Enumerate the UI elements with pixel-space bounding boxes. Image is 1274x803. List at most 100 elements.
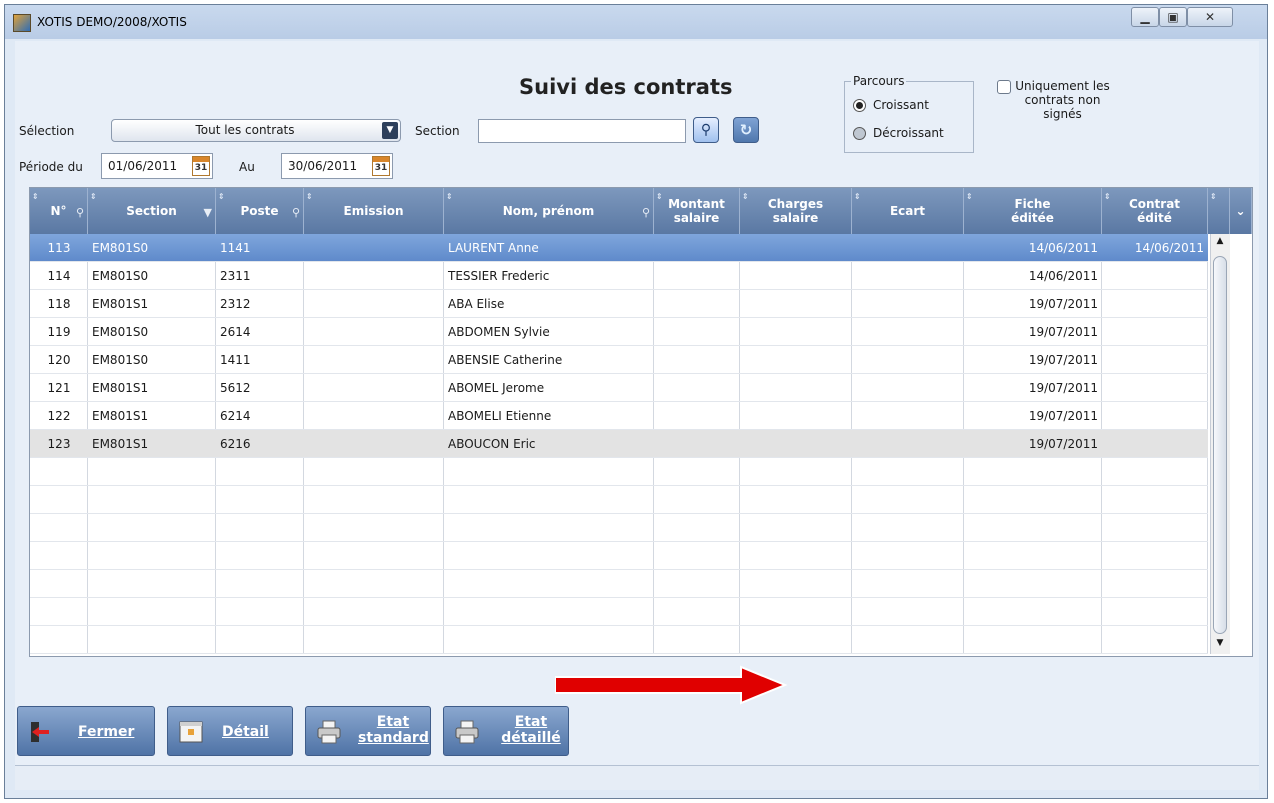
table-cell-num: 123 xyxy=(47,437,71,451)
refresh-icon: ↻ xyxy=(739,121,753,139)
exit-door-icon xyxy=(31,722,49,742)
table-row[interactable]: 113 EM801S0 1141 LAURENT Anne 14/06/2011 14/0… xyxy=(30,234,1208,262)
close-button[interactable]: ✕ xyxy=(1187,7,1233,27)
search-icon: ⚲ xyxy=(700,122,712,138)
table-cell-num: 119 xyxy=(47,325,71,339)
table-cell-fiche: 19/07/2011 xyxy=(1028,297,1098,311)
table-cell-section: EM801S0 xyxy=(92,241,149,255)
table-row[interactable]: 121 EM801S1 5612 ABOMEL Jerome 19/07/2011 xyxy=(30,374,1208,402)
column-header-fiche[interactable]: ⇕ Fiche éditée xyxy=(964,188,1102,234)
table-cell-emission xyxy=(304,262,444,290)
radio-croissant[interactable] xyxy=(853,99,866,112)
horizontal-scrollbar[interactable]: ► xyxy=(30,656,1230,657)
vertical-scroll-thumb[interactable] xyxy=(1213,256,1227,634)
detail-window-icon xyxy=(179,721,203,743)
minimize-button[interactable]: ▁ xyxy=(1131,7,1159,27)
column-header-poste[interactable]: ⇕ Poste ⚲ xyxy=(216,188,304,234)
unsigned-only-checkbox[interactable] xyxy=(997,80,1011,94)
table-row[interactable]: 122 EM801S1 6214 ABOMELI Etienne 19/07/2011 xyxy=(30,402,1208,430)
column-header-montant[interactable]: ⇕ Montant salaire xyxy=(654,188,740,234)
table-cell-contrat xyxy=(1102,402,1208,430)
refresh-button[interactable]: ↻ xyxy=(733,117,759,143)
radio-croissant-label: Croissant xyxy=(873,98,929,112)
column-header-section[interactable]: ⇕ Section ▼ xyxy=(88,188,216,234)
table-cell-charges xyxy=(740,290,852,318)
header-scroll-end[interactable]: ⌄ xyxy=(1230,188,1252,234)
column-header-ecart[interactable]: ⇕ Ecart xyxy=(852,188,964,234)
printer-icon xyxy=(455,720,479,744)
calendar-icon[interactable]: 31 xyxy=(372,156,390,176)
table-empty-row xyxy=(30,486,1208,514)
table-cell-montant xyxy=(654,430,740,458)
table-row[interactable]: 114 EM801S0 2311 TESSIER Frederic 14/06/2011 xyxy=(30,262,1208,290)
column-header-charges[interactable]: ⇕ Charges salaire xyxy=(740,188,852,234)
section-label: Section xyxy=(415,124,460,138)
table-cell-montant xyxy=(654,234,740,262)
selection-label: Sélection xyxy=(19,124,75,138)
table-cell-montant xyxy=(654,318,740,346)
period-from-field[interactable]: 01/06/2011 31 xyxy=(101,153,213,179)
table-empty-row xyxy=(30,542,1208,570)
vertical-scrollbar[interactable]: ▲ ▼ xyxy=(1210,234,1230,654)
table-cell-section: EM801S0 xyxy=(92,353,149,367)
table-cell-charges xyxy=(740,402,852,430)
table-cell-emission xyxy=(304,346,444,374)
printer-icon xyxy=(317,720,341,744)
table-cell-charges xyxy=(740,430,852,458)
table-cell-num: 118 xyxy=(47,297,71,311)
scroll-down-icon[interactable]: ▼ xyxy=(1213,638,1227,650)
table-row[interactable]: 118 EM801S1 2312 ABA Elise 19/07/2011 xyxy=(30,290,1208,318)
radio-decroissant-label: Décroissant xyxy=(873,126,944,140)
table-cell-nom: ABOMEL Jerome xyxy=(448,381,545,395)
table-row[interactable]: 120 EM801S0 1411 ABENSIE Catherine 19/07/201… xyxy=(30,346,1208,374)
search-button[interactable]: ⚲ xyxy=(693,117,719,143)
table-cell-emission xyxy=(304,290,444,318)
table-cell-fiche: 19/07/2011 xyxy=(1028,353,1098,367)
parcours-group: Parcours Croissant Décroissant xyxy=(844,74,974,153)
table-cell-montant xyxy=(654,262,740,290)
table-cell-section: EM801S1 xyxy=(92,297,149,311)
table-cell-emission xyxy=(304,234,444,262)
etat-standard-button[interactable]: Etat standard xyxy=(305,706,431,756)
calendar-icon[interactable]: 31 xyxy=(192,156,210,176)
column-picker-button[interactable]: ⇕ xyxy=(1208,188,1230,234)
table-cell-charges xyxy=(740,346,852,374)
table-cell-contrat xyxy=(1102,290,1208,318)
table-cell-num: 114 xyxy=(47,269,71,283)
table-cell-ecart xyxy=(852,346,964,374)
table-cell-fiche: 19/07/2011 xyxy=(1028,325,1098,339)
period-to-field[interactable]: 30/06/2011 31 xyxy=(281,153,393,179)
table-cell-contrat xyxy=(1102,262,1208,290)
radio-decroissant[interactable] xyxy=(853,127,866,140)
table-cell-montant xyxy=(654,346,740,374)
fermer-button[interactable]: Fermer xyxy=(17,706,155,756)
contracts-table: ⇕ N° ⚲ ⇕ Section ▼ ⇕ Poste ⚲ ⇕ Emission ⇕ Nom, p… xyxy=(29,187,1253,657)
column-header-nom[interactable]: ⇕ Nom, prénom ⚲ xyxy=(444,188,654,234)
table-cell-num: 121 xyxy=(47,381,71,395)
maximize-button[interactable]: ▣ xyxy=(1159,7,1187,27)
table-cell-poste: 2614 xyxy=(220,325,251,339)
table-empty-row xyxy=(30,570,1208,598)
column-header-emission[interactable]: ⇕ Emission xyxy=(304,188,444,234)
table-cell-nom: LAURENT Anne xyxy=(448,241,539,255)
app-icon xyxy=(13,14,31,32)
scroll-up-icon[interactable]: ▲ xyxy=(1213,236,1227,248)
table-cell-nom: ABA Elise xyxy=(448,297,505,311)
chevron-down-icon[interactable]: ▼ xyxy=(382,122,398,139)
detail-button[interactable]: Détail xyxy=(167,706,293,756)
column-header-contrat[interactable]: ⇕ Contrat édité xyxy=(1102,188,1208,234)
table-cell-section: EM801S1 xyxy=(92,409,149,423)
table-cell-nom: ABDOMEN Sylvie xyxy=(448,325,550,339)
page-title: Suivi des contrats xyxy=(519,75,733,99)
table-row[interactable]: 123 EM801S1 6216 ABOUCON Eric 19/07/2011 xyxy=(30,430,1208,458)
table-cell-fiche: 19/07/2011 xyxy=(1028,381,1098,395)
selection-combo[interactable]: Tout les contrats ▼ xyxy=(111,119,401,142)
table-cell-num: 122 xyxy=(47,409,71,423)
section-input[interactable] xyxy=(478,119,686,143)
table-cell-ecart xyxy=(852,262,964,290)
table-row[interactable]: 119 EM801S0 2614 ABDOMEN Sylvie 19/07/2011 xyxy=(30,318,1208,346)
table-cell-charges xyxy=(740,234,852,262)
column-header-num[interactable]: ⇕ N° ⚲ xyxy=(30,188,88,234)
etat-detaille-button[interactable]: Etat détaillé xyxy=(443,706,569,756)
table-empty-row xyxy=(30,458,1208,486)
